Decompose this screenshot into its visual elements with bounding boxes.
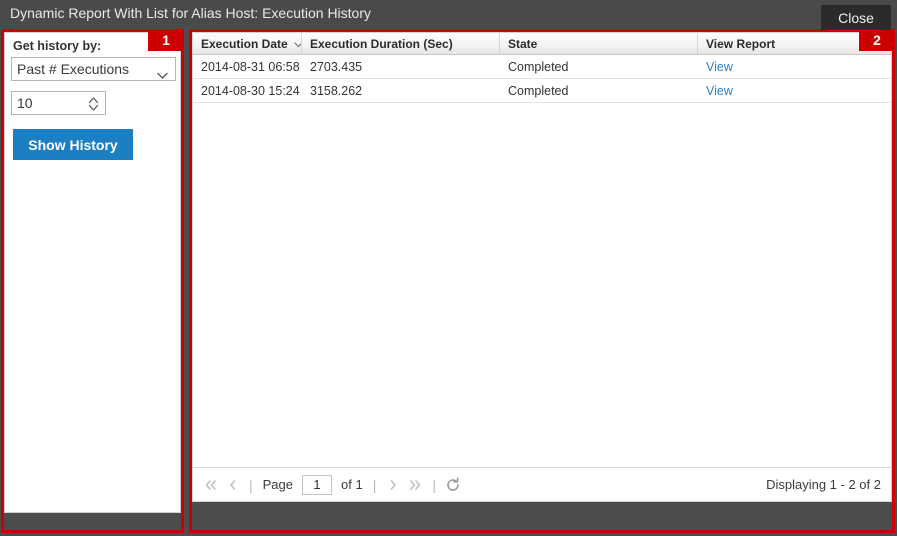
grid-header-row: Execution Date Execution Duration (Sec) …: [193, 33, 891, 55]
table-row[interactable]: 2014-08-30 15:24 3158.262 Completed View: [193, 79, 891, 103]
cell-execution-duration: 3158.262: [310, 83, 363, 98]
close-button[interactable]: Close: [821, 5, 891, 30]
cell-execution-date: 2014-08-31 06:58: [201, 59, 300, 74]
cell-state: Completed: [508, 83, 569, 98]
view-report-link[interactable]: View: [706, 60, 733, 74]
column-header-label: Execution Duration (Sec): [310, 36, 453, 51]
execution-history-grid: Execution Date Execution Duration (Sec) …: [192, 32, 892, 502]
cell-view-report: View: [698, 55, 891, 78]
column-header-label: State: [508, 36, 538, 51]
page-title: Dynamic Report With List for Alias Host:…: [10, 5, 372, 21]
pager-separator: |: [372, 476, 377, 493]
history-by-dropdown[interactable]: Past # Executions: [11, 57, 176, 81]
stepper-up-down-icon[interactable]: [88, 96, 99, 118]
page-number-input[interactable]: [302, 474, 333, 495]
execution-history-dialog: Dynamic Report With List for Alias Host:…: [0, 0, 897, 536]
column-header-label: View Report: [706, 36, 776, 51]
grid-pager: | Page of 1 | |: [193, 467, 891, 501]
refresh-icon[interactable]: [442, 474, 464, 496]
column-header-state[interactable]: State: [500, 33, 698, 54]
executions-count-stepper[interactable]: 10: [11, 91, 106, 115]
annotation-badge-2: 2: [859, 29, 895, 51]
get-history-by-label: Get history by:: [13, 39, 102, 53]
left-filter-panel: Get history by: Past # Executions 10 Sho…: [4, 32, 181, 513]
pager-page-label: Page: [262, 477, 294, 492]
pager-displaying-text: Displaying 1 - 2 of 2: [766, 477, 881, 492]
cell-execution-duration: 2703.435: [310, 59, 363, 74]
executions-count-value: 10: [17, 95, 33, 111]
pager-of-label: of 1: [341, 477, 363, 492]
history-by-value: Past # Executions: [17, 61, 130, 77]
show-history-button[interactable]: Show History: [13, 129, 133, 160]
annotation-badge-1: 1: [148, 29, 184, 51]
chevron-down-icon: [294, 37, 301, 51]
column-header-execution-duration[interactable]: Execution Duration (Sec): [302, 33, 500, 54]
chevron-left-icon[interactable]: [221, 474, 243, 496]
cell-state: Completed: [508, 59, 569, 74]
pager-separator: |: [432, 476, 436, 493]
view-report-link[interactable]: View: [706, 84, 733, 98]
table-row[interactable]: 2014-08-31 06:58 2703.435 Completed View: [193, 55, 891, 79]
grid-body: 2014-08-31 06:58 2703.435 Completed View…: [193, 55, 891, 467]
chevron-down-icon: [157, 64, 168, 86]
cell-view-report: View: [698, 79, 891, 102]
double-chevron-left-icon[interactable]: [199, 474, 221, 496]
chevron-right-icon[interactable]: [382, 474, 404, 496]
double-chevron-right-icon[interactable]: [404, 474, 426, 496]
column-header-execution-date[interactable]: Execution Date: [193, 33, 302, 54]
pager-separator: |: [249, 476, 253, 493]
column-header-label: Execution Date: [201, 36, 288, 51]
dialog-titlebar: Dynamic Report With List for Alias Host:…: [0, 0, 897, 28]
cell-execution-date: 2014-08-30 15:24: [201, 83, 300, 98]
